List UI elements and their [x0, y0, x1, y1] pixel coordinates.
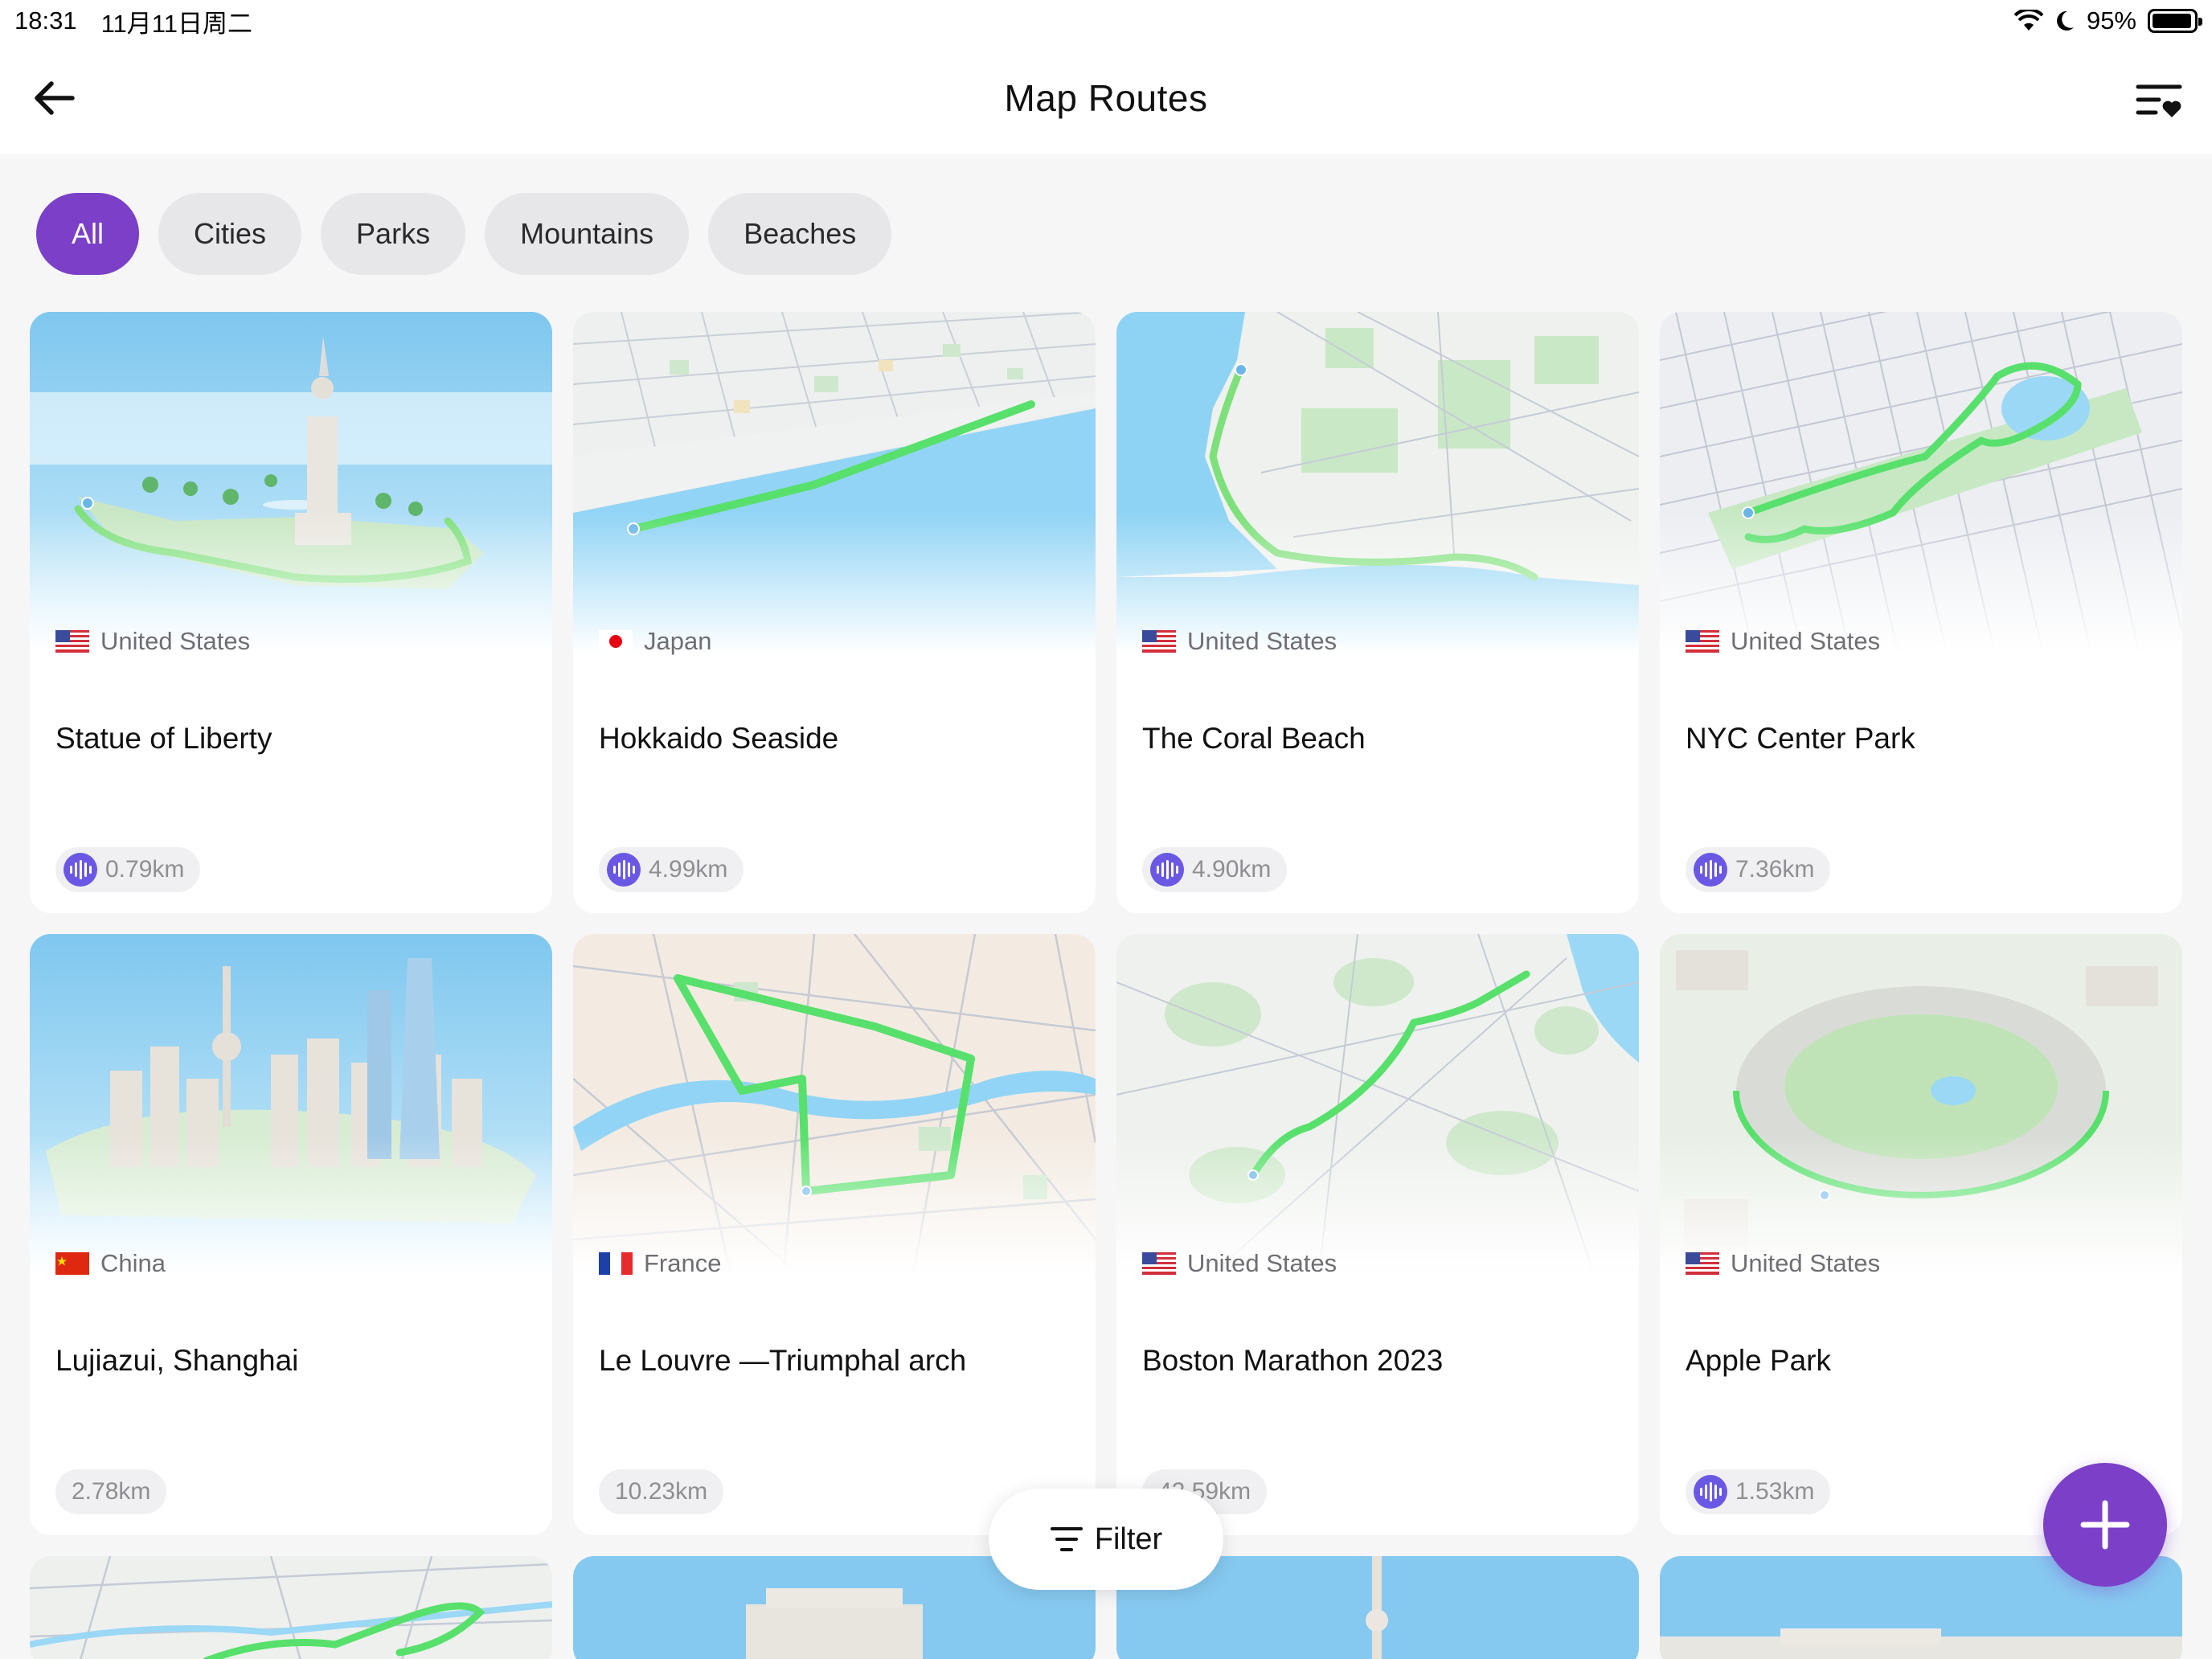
route-country-label: United States — [1731, 1249, 1881, 1277]
route-name: Hokkaido Seaside — [599, 722, 839, 755]
route-distance: 0.79km — [105, 856, 185, 883]
route-card[interactable]: France Le Louvre —Triumphal arch 10.23km — [573, 934, 1096, 1535]
route-card[interactable]: United States Apple Park 1.53km — [1660, 934, 2182, 1535]
status-bar: 18:31 11月11日周二 95% — [0, 0, 2212, 42]
route-country: France — [599, 1249, 721, 1278]
us-flag-icon — [1686, 1252, 1719, 1275]
route-card[interactable]: United States NYC Center Park 7.36km — [1660, 312, 2182, 913]
status-right: 95% — [2013, 6, 2202, 35]
audio-wave-icon — [63, 853, 97, 887]
jp-flag-icon — [599, 630, 633, 653]
list-heart-icon[interactable] — [2135, 77, 2183, 122]
route-country-label: Japan — [644, 627, 712, 655]
route-country: China — [55, 1249, 166, 1278]
filter-label: Filter — [1094, 1522, 1163, 1556]
route-card[interactable] — [30, 1556, 552, 1659]
us-flag-icon — [55, 630, 89, 653]
arrow-left-icon[interactable] — [29, 72, 80, 124]
route-distance: 1.53km — [1735, 1478, 1815, 1505]
route-country: Japan — [599, 627, 711, 656]
route-name: Le Louvre —Triumphal arch — [599, 1344, 967, 1377]
route-distance: 10.23km — [615, 1478, 708, 1505]
audio-wave-icon — [607, 853, 641, 887]
route-card[interactable]: United States Boston Marathon 2023 42.59… — [1116, 934, 1639, 1535]
wifi-icon — [2013, 10, 2043, 31]
cn-flag-icon — [55, 1252, 89, 1275]
route-name: Lujiazui, Shanghai — [55, 1344, 299, 1377]
route-country-label: France — [644, 1249, 722, 1277]
route-country: United States — [1686, 1249, 1880, 1278]
battery-percent: 95% — [2086, 6, 2136, 35]
audio-wave-icon — [1694, 853, 1727, 887]
battery-icon — [2148, 9, 2202, 33]
route-distance: 4.90km — [1192, 856, 1272, 883]
nav-bar: Map Routes — [0, 42, 2212, 154]
route-distance-badge: 7.36km — [1686, 847, 1831, 892]
route-distance: 2.78km — [72, 1478, 151, 1505]
route-distance-badge: 10.23km — [599, 1469, 724, 1514]
audio-wave-icon — [1150, 853, 1184, 887]
route-card[interactable]: Japan Hokkaido Seaside 4.99km — [573, 312, 1096, 913]
route-name: NYC Center Park — [1686, 722, 1915, 755]
route-country: United States — [55, 627, 250, 656]
route-distance-badge: 4.99km — [599, 847, 744, 892]
route-card[interactable]: China Lujiazui, Shanghai 2.78km — [30, 934, 552, 1535]
battery-fill — [2153, 14, 2191, 28]
chip-cities[interactable]: Cities — [158, 193, 302, 275]
route-country: United States — [1142, 627, 1337, 656]
add-route-button[interactable] — [2043, 1463, 2167, 1587]
route-country-label: United States — [1731, 627, 1881, 655]
route-distance-badge: 0.79km — [55, 847, 201, 892]
fr-flag-icon — [599, 1252, 633, 1275]
us-flag-icon — [1142, 1252, 1176, 1275]
route-map-image — [30, 1556, 552, 1659]
route-card[interactable]: United States Statue of Liberty 0.79km — [30, 312, 552, 913]
us-flag-icon — [1686, 630, 1719, 653]
route-country-label: United States — [100, 627, 251, 655]
audio-wave-icon — [1694, 1475, 1727, 1509]
status-time: 18:31 — [14, 6, 77, 35]
chip-all[interactable]: All — [36, 193, 140, 275]
moon-icon — [2057, 10, 2074, 31]
route-country-label: United States — [1187, 627, 1337, 655]
route-name: Apple Park — [1686, 1344, 1831, 1377]
route-name: Statue of Liberty — [55, 722, 272, 755]
us-flag-icon — [1142, 630, 1176, 653]
category-chips: All Cities Parks Mountains Beaches — [36, 193, 892, 275]
route-name: Boston Marathon 2023 — [1142, 1344, 1444, 1377]
filter-lines-icon — [1050, 1527, 1083, 1551]
route-name: The Coral Beach — [1142, 722, 1366, 755]
route-country-label: China — [100, 1249, 166, 1277]
route-distance-badge: 2.78km — [55, 1469, 167, 1514]
route-card[interactable]: United States The Coral Beach 4.90km — [1116, 312, 1639, 913]
route-grid: United States Statue of Liberty 0.79km J… — [30, 312, 2182, 1659]
route-country-label: United States — [1187, 1249, 1337, 1277]
status-date: 11月11日周二 — [100, 9, 252, 38]
route-distance-badge: 4.90km — [1142, 847, 1288, 892]
chip-parks[interactable]: Parks — [321, 193, 466, 275]
route-distance-badge: 1.53km — [1686, 1469, 1831, 1514]
page-title: Map Routes — [1004, 77, 1208, 119]
route-country: United States — [1686, 627, 1880, 656]
route-distance: 4.99km — [649, 856, 728, 883]
route-distance: 7.36km — [1735, 856, 1815, 883]
filter-button[interactable]: Filter — [989, 1489, 1223, 1590]
plus-icon — [2080, 1500, 2130, 1550]
route-country: United States — [1142, 1249, 1337, 1278]
chip-beaches[interactable]: Beaches — [708, 193, 892, 275]
chip-mountains[interactable]: Mountains — [485, 193, 690, 275]
